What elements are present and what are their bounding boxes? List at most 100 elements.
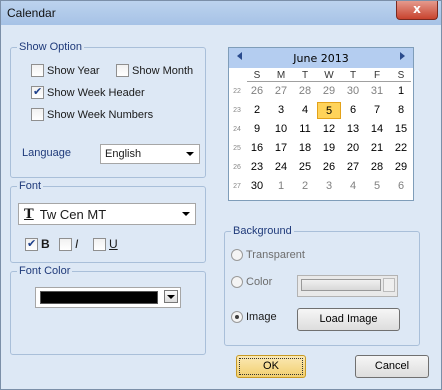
transparent-radio-dot[interactable] bbox=[231, 249, 243, 261]
calendar-day[interactable]: 8 bbox=[389, 102, 413, 119]
chevron-down-icon bbox=[186, 152, 194, 156]
bold-label: B bbox=[41, 237, 50, 251]
italic-checkbox[interactable]: I bbox=[59, 237, 78, 251]
calendar-day[interactable]: 9 bbox=[245, 121, 269, 138]
calendar-day-other-month[interactable]: 3 bbox=[317, 178, 341, 195]
calendar-day-other-month[interactable]: 1 bbox=[269, 178, 293, 195]
calendar-day[interactable]: 21 bbox=[365, 140, 389, 157]
calendar-day[interactable]: 3 bbox=[269, 102, 293, 119]
weekday-header: M bbox=[276, 70, 286, 81]
close-icon: x bbox=[413, 2, 421, 16]
calendar-day-other-month[interactable]: 4 bbox=[341, 178, 365, 195]
calendar-day[interactable]: 27 bbox=[341, 159, 365, 176]
calendar-day[interactable]: 6 bbox=[341, 102, 365, 119]
close-button[interactable]: x bbox=[396, 1, 438, 20]
cancel-button[interactable]: Cancel bbox=[355, 355, 429, 378]
calendar-day[interactable]: 20 bbox=[341, 140, 365, 157]
weekday-header: W bbox=[324, 70, 334, 81]
calendar-day[interactable]: 14 bbox=[365, 121, 389, 138]
calendar-day[interactable]: 19 bbox=[317, 140, 341, 157]
calendar-day-other-month[interactable]: 2 bbox=[293, 178, 317, 195]
dropdown-button[interactable] bbox=[164, 290, 178, 303]
calendar-day-other-month[interactable]: 27 bbox=[269, 83, 293, 100]
calendar-day[interactable]: 29 bbox=[389, 159, 413, 176]
calendar-day[interactable]: 18 bbox=[293, 140, 317, 157]
language-select[interactable]: English bbox=[100, 144, 200, 164]
calendar-day-other-month[interactable]: 30 bbox=[341, 83, 365, 100]
calendar-day[interactable]: 28 bbox=[365, 159, 389, 176]
italic-label: I bbox=[75, 237, 79, 251]
show-month-checkbox[interactable]: Show Month bbox=[116, 64, 193, 77]
calendar-day-other-month[interactable]: 26 bbox=[245, 83, 269, 100]
week-number: 25 bbox=[233, 145, 241, 152]
color-radio[interactable]: Color bbox=[231, 276, 272, 288]
week-number: 27 bbox=[233, 183, 241, 190]
calendar-day[interactable]: 30 bbox=[245, 178, 269, 195]
weekday-header: S bbox=[397, 70, 405, 81]
color-label: Color bbox=[246, 276, 273, 288]
calendar-day-other-month[interactable]: 29 bbox=[317, 83, 341, 100]
show-week-header-label: Show Week Header bbox=[47, 86, 145, 99]
calendar-day[interactable]: 11 bbox=[293, 121, 317, 138]
weekday-header: T bbox=[349, 70, 357, 81]
font-name-value: Tw Cen MT bbox=[39, 206, 107, 222]
calendar-day[interactable]: 17 bbox=[269, 140, 293, 157]
bold-box[interactable] bbox=[25, 237, 38, 251]
calendar-day[interactable]: 26 bbox=[317, 159, 341, 176]
show-week-numbers-box[interactable] bbox=[31, 108, 44, 121]
next-month-icon[interactable] bbox=[400, 52, 405, 60]
calendar-day[interactable]: 1 bbox=[389, 83, 413, 100]
focus-rectangle bbox=[239, 358, 303, 375]
calendar-day[interactable]: 2 bbox=[245, 102, 269, 119]
week-number: 26 bbox=[233, 164, 241, 171]
calendar-day[interactable]: 23 bbox=[245, 159, 269, 176]
font-color-legend: Font Color bbox=[17, 265, 73, 277]
calendar-day-other-month[interactable]: 6 bbox=[389, 178, 413, 195]
show-year-box[interactable] bbox=[31, 64, 44, 77]
show-month-box[interactable] bbox=[116, 64, 129, 77]
bold-checkbox[interactable]: B bbox=[25, 237, 50, 251]
show-week-header-checkbox[interactable]: Show Week Header bbox=[31, 85, 145, 99]
italic-box[interactable] bbox=[59, 237, 72, 251]
calendar-day[interactable]: 13 bbox=[341, 121, 365, 138]
weekday-header: F bbox=[373, 70, 381, 81]
show-week-numbers-checkbox[interactable]: Show Week Numbers bbox=[31, 108, 153, 121]
calendar-day[interactable]: 10 bbox=[269, 121, 293, 138]
underline-box[interactable] bbox=[93, 237, 106, 251]
dialog-body: Show Option Show Year Show Month Show We… bbox=[7, 31, 435, 383]
calendar-day[interactable]: 12 bbox=[317, 121, 341, 138]
calendar-day[interactable]: 24 bbox=[269, 159, 293, 176]
title-bar[interactable]: Calendar x bbox=[1, 1, 441, 25]
calendar-month-label[interactable]: June 2013 bbox=[229, 52, 413, 65]
calendar-day-other-month[interactable]: 28 bbox=[293, 83, 317, 100]
color-radio-dot[interactable] bbox=[231, 276, 243, 288]
ok-button[interactable]: OK bbox=[236, 355, 306, 378]
font-color-group: Font Color bbox=[10, 265, 206, 355]
window-title: Calendar bbox=[7, 6, 56, 20]
calendar-dialog: Calendar x Show Option Show Year Show Mo… bbox=[0, 0, 442, 390]
show-option-group: Show Option Show Year Show Month Show We… bbox=[10, 41, 206, 178]
calendar-day[interactable]: 4 bbox=[293, 102, 317, 119]
transparent-radio[interactable]: Transparent bbox=[231, 249, 305, 261]
load-image-button[interactable]: Load Image bbox=[297, 308, 400, 331]
weekday-header: T bbox=[301, 70, 309, 81]
image-radio[interactable]: Image bbox=[231, 311, 277, 323]
calendar-day[interactable]: 15 bbox=[389, 121, 413, 138]
font-select[interactable]: T Tw Cen MT bbox=[18, 203, 196, 225]
image-radio-dot[interactable] bbox=[231, 311, 243, 323]
calendar-day[interactable]: 22 bbox=[389, 140, 413, 157]
calendar-day-other-month[interactable]: 5 bbox=[365, 178, 389, 195]
calendar-day-other-month[interactable]: 31 bbox=[365, 83, 389, 100]
show-year-label: Show Year bbox=[47, 64, 100, 77]
show-option-legend: Show Option bbox=[17, 41, 84, 53]
calendar-day[interactable]: 16 bbox=[245, 140, 269, 157]
transparent-label: Transparent bbox=[246, 249, 305, 261]
show-year-checkbox[interactable]: Show Year bbox=[31, 64, 100, 77]
calendar-day[interactable]: 7 bbox=[365, 102, 389, 119]
font-color-select[interactable] bbox=[35, 287, 181, 308]
underline-checkbox[interactable]: U bbox=[93, 237, 118, 251]
show-week-header-box[interactable] bbox=[31, 85, 44, 99]
calendar-day[interactable]: 5 bbox=[317, 102, 341, 119]
calendar-day[interactable]: 25 bbox=[293, 159, 317, 176]
chevron-down-icon bbox=[167, 295, 175, 299]
